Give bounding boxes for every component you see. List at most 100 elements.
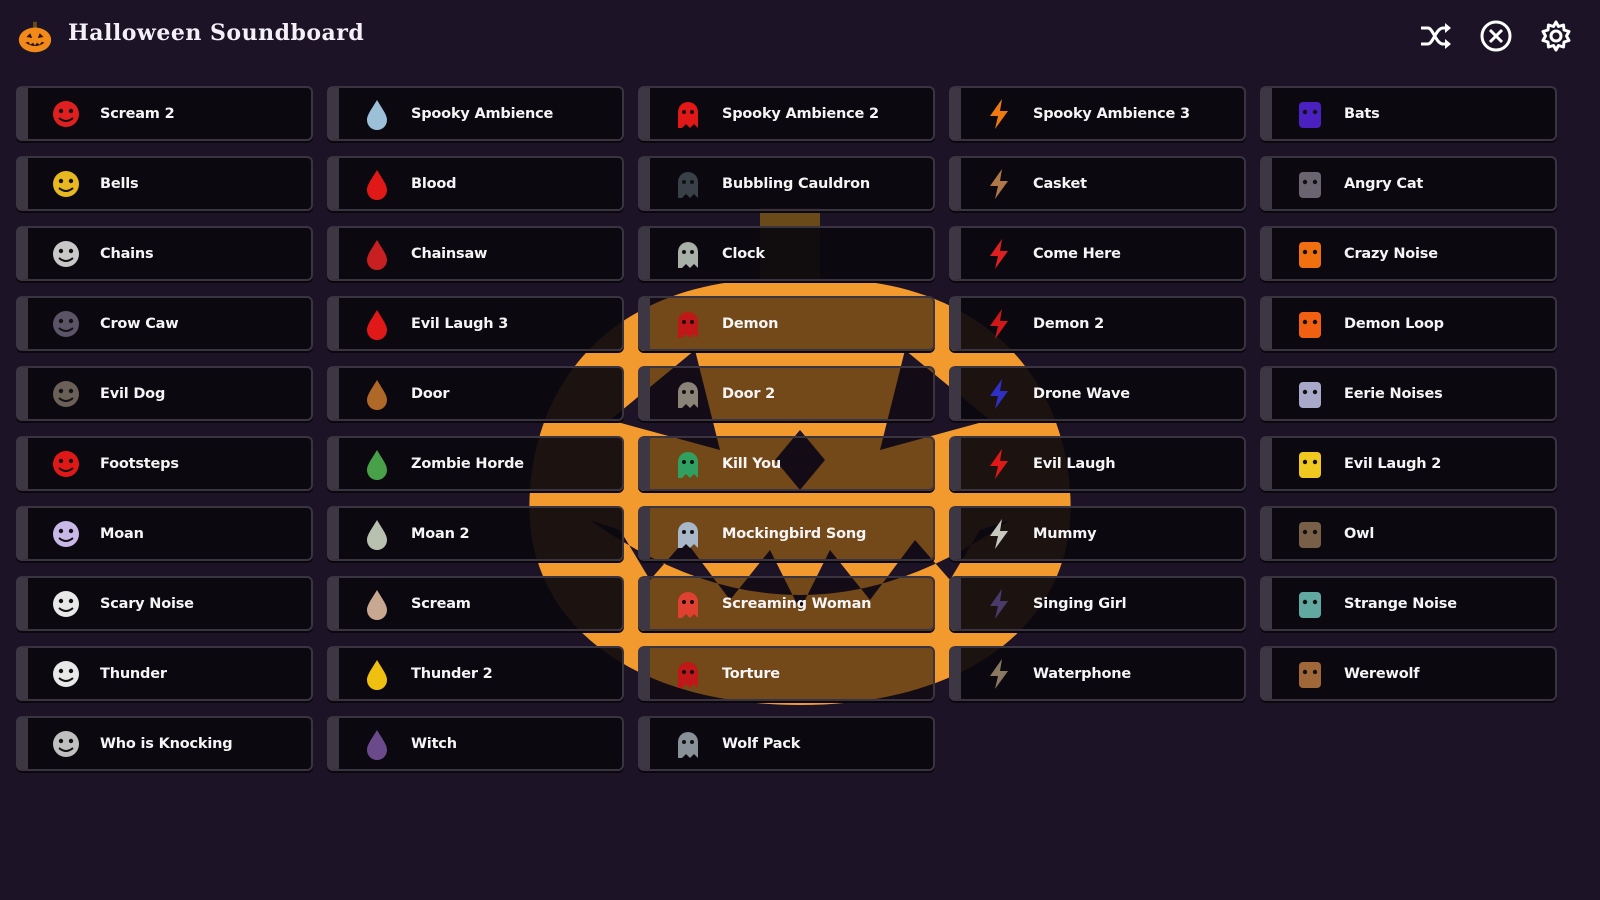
girl-silhouette-icon xyxy=(979,584,1019,624)
app-title: Halloween Soundboard xyxy=(68,20,365,46)
sound-button-singing-girl[interactable]: Singing Girl xyxy=(949,576,1246,631)
sound-button-werewolf[interactable]: Werewolf xyxy=(1260,646,1557,701)
sound-button-screaming-woman[interactable]: Screaming Woman xyxy=(638,576,935,631)
sound-button-chainsaw[interactable]: Chainsaw xyxy=(327,226,624,281)
sound-button-drone-wave[interactable]: Drone Wave xyxy=(949,366,1246,421)
sound-button-scream-2[interactable]: Scream 2 xyxy=(16,86,313,141)
sound-label: Angry Cat xyxy=(1344,175,1424,192)
sound-button-crazy-noise[interactable]: Crazy Noise xyxy=(1260,226,1557,281)
moaning-ghost-2-icon xyxy=(357,514,397,554)
sound-button-bubbling-cauldron[interactable]: Bubbling Cauldron xyxy=(638,156,935,211)
sound-button-wolf-pack[interactable]: Wolf Pack xyxy=(638,716,935,771)
sound-button-waterphone[interactable]: Waterphone xyxy=(949,646,1246,701)
sound-button-crow-caw[interactable]: Crow Caw xyxy=(16,296,313,351)
sound-label: Scream xyxy=(411,595,471,612)
sound-button-scary-noise[interactable]: Scary Noise xyxy=(16,576,313,631)
sound-label: Evil Dog xyxy=(100,385,166,402)
sound-button-spooky-ambience-2[interactable]: Spooky Ambience 2 xyxy=(638,86,935,141)
sound-label: Demon Loop xyxy=(1344,315,1444,332)
stop-all-button[interactable] xyxy=(1476,16,1516,56)
sound-label: Thunder xyxy=(100,665,167,682)
sound-button-scream[interactable]: Scream xyxy=(327,576,624,631)
devil-face-icon xyxy=(1290,304,1330,344)
lightning-icon xyxy=(46,654,86,694)
sound-button-evil-laugh-3[interactable]: Evil Laugh 3 xyxy=(327,296,624,351)
footprint-icon xyxy=(46,444,86,484)
sound-label: Footsteps xyxy=(100,455,179,472)
sound-label: Casket xyxy=(1033,175,1087,192)
sound-label: Strange Noise xyxy=(1344,595,1457,612)
knocker-icon xyxy=(46,724,86,764)
sound-button-who-is-knocking[interactable]: Who is Knocking xyxy=(16,716,313,771)
sound-grid: Scream 2 Spooky Ambience Spooky Ambience… xyxy=(16,86,1586,776)
sound-button-thunder[interactable]: Thunder xyxy=(16,646,313,701)
sound-button-spooky-ambience[interactable]: Spooky Ambience xyxy=(327,86,624,141)
sound-label: Bats xyxy=(1344,105,1380,122)
sound-button-kill-you[interactable]: Kill You xyxy=(638,436,935,491)
sound-button-demon-2[interactable]: Demon 2 xyxy=(949,296,1246,351)
sound-button-zombie-horde[interactable]: Zombie Horde xyxy=(327,436,624,491)
clock-icon xyxy=(668,234,708,274)
sound-label: Bubbling Cauldron xyxy=(722,175,870,192)
sound-button-demon[interactable]: Demon xyxy=(638,296,935,351)
sound-button-mummy[interactable]: Mummy xyxy=(949,506,1246,561)
sound-button-demon-loop[interactable]: Demon Loop xyxy=(1260,296,1557,351)
sound-label: Door xyxy=(411,385,450,402)
shuffle-button[interactable] xyxy=(1416,16,1456,56)
sound-button-torture[interactable]: Torture xyxy=(638,646,935,701)
sound-label: Drone Wave xyxy=(1033,385,1130,402)
sound-label: Screaming Woman xyxy=(722,595,872,612)
sound-button-come-here[interactable]: Come Here xyxy=(949,226,1246,281)
sound-label: Mummy xyxy=(1033,525,1097,542)
sound-button-door[interactable]: Door xyxy=(327,366,624,421)
sound-button-strange-noise[interactable]: Strange Noise xyxy=(1260,576,1557,631)
blue-ghost-icon xyxy=(979,374,1019,414)
sound-button-witch[interactable]: Witch xyxy=(327,716,624,771)
sound-label: Door 2 xyxy=(722,385,776,402)
scream-figure-icon xyxy=(46,94,86,134)
sound-button-clock[interactable]: Clock xyxy=(638,226,935,281)
sound-button-evil-dog[interactable]: Evil Dog xyxy=(16,366,313,421)
sound-button-blood[interactable]: Blood xyxy=(327,156,624,211)
sound-button-eerie-noises[interactable]: Eerie Noises xyxy=(1260,366,1557,421)
sound-button-footsteps[interactable]: Footsteps xyxy=(16,436,313,491)
crow-icon xyxy=(46,304,86,344)
sound-button-moan-2[interactable]: Moan 2 xyxy=(327,506,624,561)
screaming-woman-icon xyxy=(668,584,708,624)
sound-button-moan[interactable]: Moan xyxy=(16,506,313,561)
screaming-man-icon xyxy=(357,584,397,624)
crazy-figure-icon xyxy=(1290,234,1330,274)
sound-button-spooky-ambience-3[interactable]: Spooky Ambience 3 xyxy=(949,86,1246,141)
sound-button-evil-laugh[interactable]: Evil Laugh xyxy=(949,436,1246,491)
sound-button-bats[interactable]: Bats xyxy=(1260,86,1557,141)
smiley-face-icon xyxy=(1290,444,1330,484)
sound-label: Werewolf xyxy=(1344,665,1420,682)
sound-button-mockingbird-song[interactable]: Mockingbird Song xyxy=(638,506,935,561)
sound-button-angry-cat[interactable]: Angry Cat xyxy=(1260,156,1557,211)
sound-label: Spooky Ambience 3 xyxy=(1033,105,1190,122)
app-header: Halloween Soundboard xyxy=(0,0,1600,72)
sound-label: Who is Knocking xyxy=(100,735,233,752)
white-ghost-icon xyxy=(1290,374,1330,414)
sound-button-door-2[interactable]: Door 2 xyxy=(638,366,935,421)
werewolf-icon xyxy=(1290,654,1330,694)
angry-cat-icon xyxy=(1290,164,1330,204)
sound-button-bells[interactable]: Bells xyxy=(16,156,313,211)
sound-button-thunder-2[interactable]: Thunder 2 xyxy=(327,646,624,701)
sound-label: Waterphone xyxy=(1033,665,1131,682)
settings-button[interactable] xyxy=(1536,16,1576,56)
sound-label: Crow Caw xyxy=(100,315,179,332)
sound-button-casket[interactable]: Casket xyxy=(949,156,1246,211)
wolf-pack-icon xyxy=(668,724,708,764)
bat-icon xyxy=(1290,94,1330,134)
sound-button-evil-laugh-2[interactable]: Evil Laugh 2 xyxy=(1260,436,1557,491)
laughing-face-icon xyxy=(357,304,397,344)
red-face-icon xyxy=(668,94,708,134)
chain-link-icon xyxy=(46,234,86,274)
zombie-hand-icon xyxy=(357,444,397,484)
sound-button-owl[interactable]: Owl xyxy=(1260,506,1557,561)
sound-button-chains[interactable]: Chains xyxy=(16,226,313,281)
sound-label: Torture xyxy=(722,665,780,682)
sound-label: Crazy Noise xyxy=(1344,245,1438,262)
teal-ghost-icon xyxy=(1290,584,1330,624)
